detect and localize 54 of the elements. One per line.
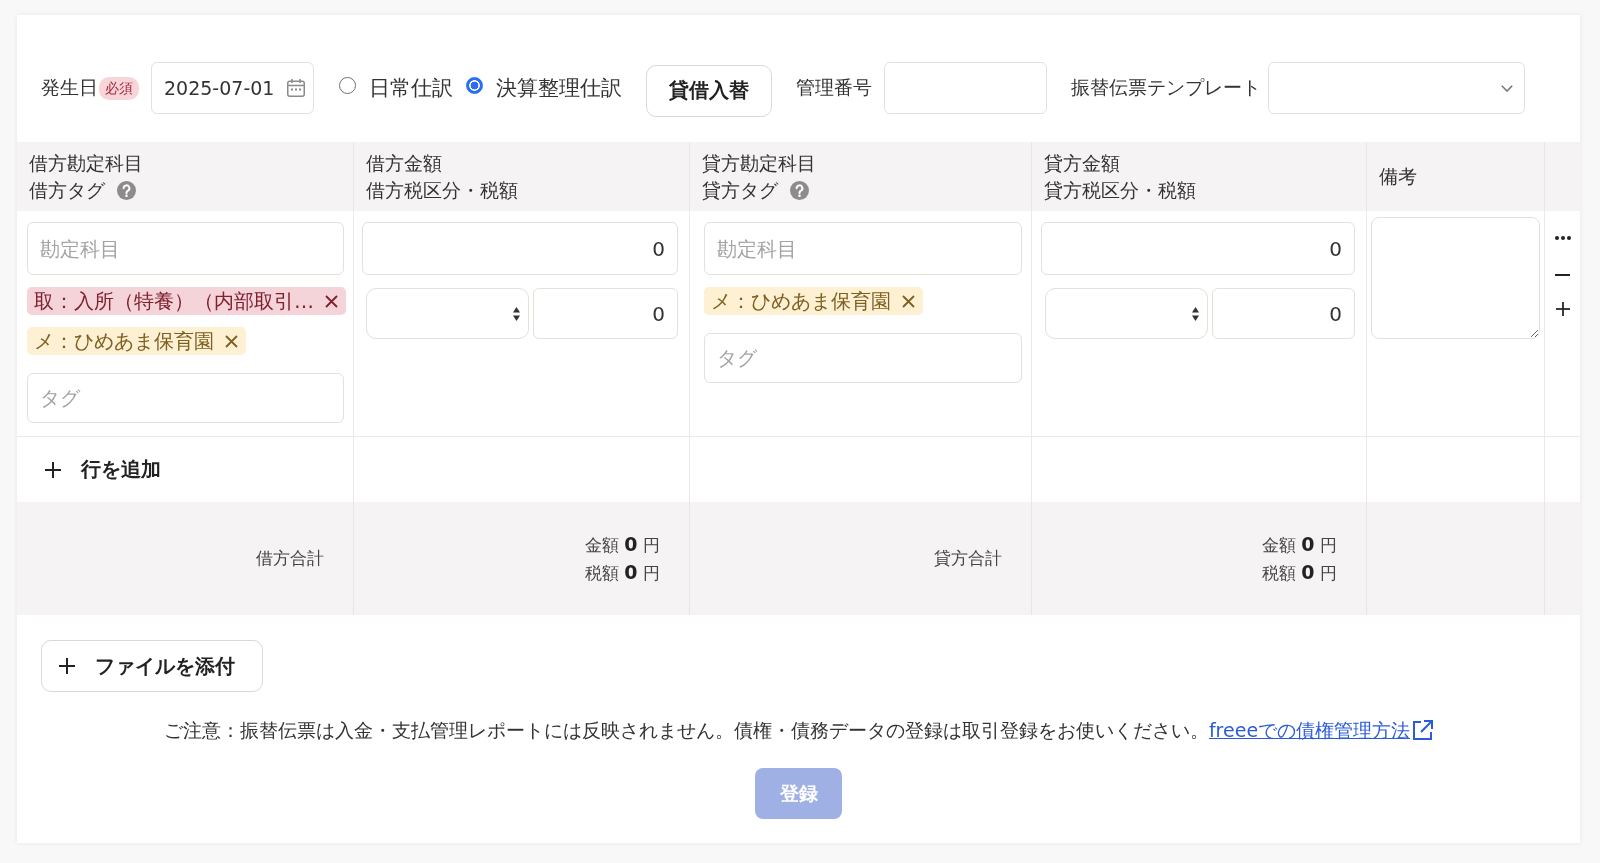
column-header: 借方勘定科目 bbox=[29, 150, 143, 176]
management-number-field[interactable] bbox=[884, 62, 1047, 114]
close-icon[interactable] bbox=[325, 294, 338, 308]
column-header: 借方タグ bbox=[29, 177, 105, 203]
column-header: 備考 bbox=[1379, 164, 1417, 189]
radio-label[interactable]: 決算整理仕訳 bbox=[496, 74, 622, 102]
sort-arrows-icon bbox=[1192, 306, 1199, 321]
swap-button[interactable]: 貸借入替 bbox=[646, 64, 772, 117]
tax-amount-field[interactable]: 0 bbox=[533, 288, 678, 339]
tag-label: メ：ひめあま保育園 bbox=[711, 288, 891, 315]
required-badge: 必須 bbox=[99, 76, 139, 100]
tag-field[interactable]: タグ bbox=[27, 373, 344, 423]
close-icon[interactable] bbox=[225, 334, 238, 348]
column-header: 貸方金額 bbox=[1044, 150, 1120, 176]
plus-icon bbox=[59, 658, 75, 674]
tag-label: メ：ひめあま保育園 bbox=[34, 328, 214, 355]
sort-arrows-icon bbox=[513, 306, 520, 321]
chevron-down-icon bbox=[1501, 84, 1513, 92]
total-label: 借方合計 bbox=[256, 547, 324, 570]
close-icon[interactable] bbox=[902, 294, 915, 308]
add-row-button[interactable]: 行を追加 bbox=[45, 456, 161, 483]
total-amount: 金額 0 円 bbox=[1261, 531, 1337, 557]
total-label: 貸方合計 bbox=[934, 547, 1002, 570]
calendar-icon bbox=[287, 79, 305, 97]
account-field[interactable]: 勘定科目 bbox=[704, 222, 1022, 275]
total-amount: 税額 0 円 bbox=[584, 559, 660, 585]
notice-text: ご注意：振替伝票は入金・支払管理レポートには反映されません。債権・債務データの登録は取引登録をお使いください。freeeでの債権管理方法 bbox=[163, 717, 1434, 743]
account-field[interactable]: 勘定科目 bbox=[27, 222, 344, 275]
date-field[interactable]: 2025-07-01 bbox=[151, 62, 314, 114]
plus-icon bbox=[45, 461, 61, 478]
memo-field[interactable] bbox=[1371, 217, 1540, 339]
radio-button[interactable] bbox=[339, 76, 356, 94]
plus-icon[interactable] bbox=[1555, 302, 1570, 316]
amount-field[interactable]: 0 bbox=[1041, 222, 1355, 275]
column-header: 借方税区分・税額 bbox=[366, 177, 518, 203]
tag-label: 取：入所（特養）（内部取引… bbox=[34, 288, 314, 315]
field-label: 管理番号 bbox=[796, 75, 872, 100]
total-amount: 金額 0 円 bbox=[584, 531, 660, 557]
radio-label[interactable]: 日常仕訳 bbox=[369, 74, 453, 102]
radio-button[interactable] bbox=[466, 76, 483, 94]
column-header: 貸方勘定科目 bbox=[702, 150, 816, 176]
field-label: 振替伝票テンプレート bbox=[1071, 75, 1261, 100]
tax-amount-field[interactable]: 0 bbox=[1212, 288, 1355, 339]
help-link[interactable]: freeeでの債権管理方法 bbox=[1208, 719, 1434, 741]
attach-file-button[interactable]: ファイルを添付 bbox=[41, 640, 263, 692]
external-link-icon[interactable] bbox=[1412, 720, 1434, 741]
tag-field[interactable]: タグ bbox=[704, 333, 1022, 383]
amount-field[interactable]: 0 bbox=[362, 222, 678, 275]
column-header: 借方金額 bbox=[366, 150, 442, 176]
more-icon[interactable] bbox=[1554, 236, 1571, 240]
field-label: 発生日 bbox=[41, 75, 98, 100]
total-amount: 税額 0 円 bbox=[1261, 559, 1337, 585]
column-header: 貸方タグ bbox=[702, 177, 778, 203]
column-header: 貸方税区分・税額 bbox=[1044, 177, 1196, 203]
